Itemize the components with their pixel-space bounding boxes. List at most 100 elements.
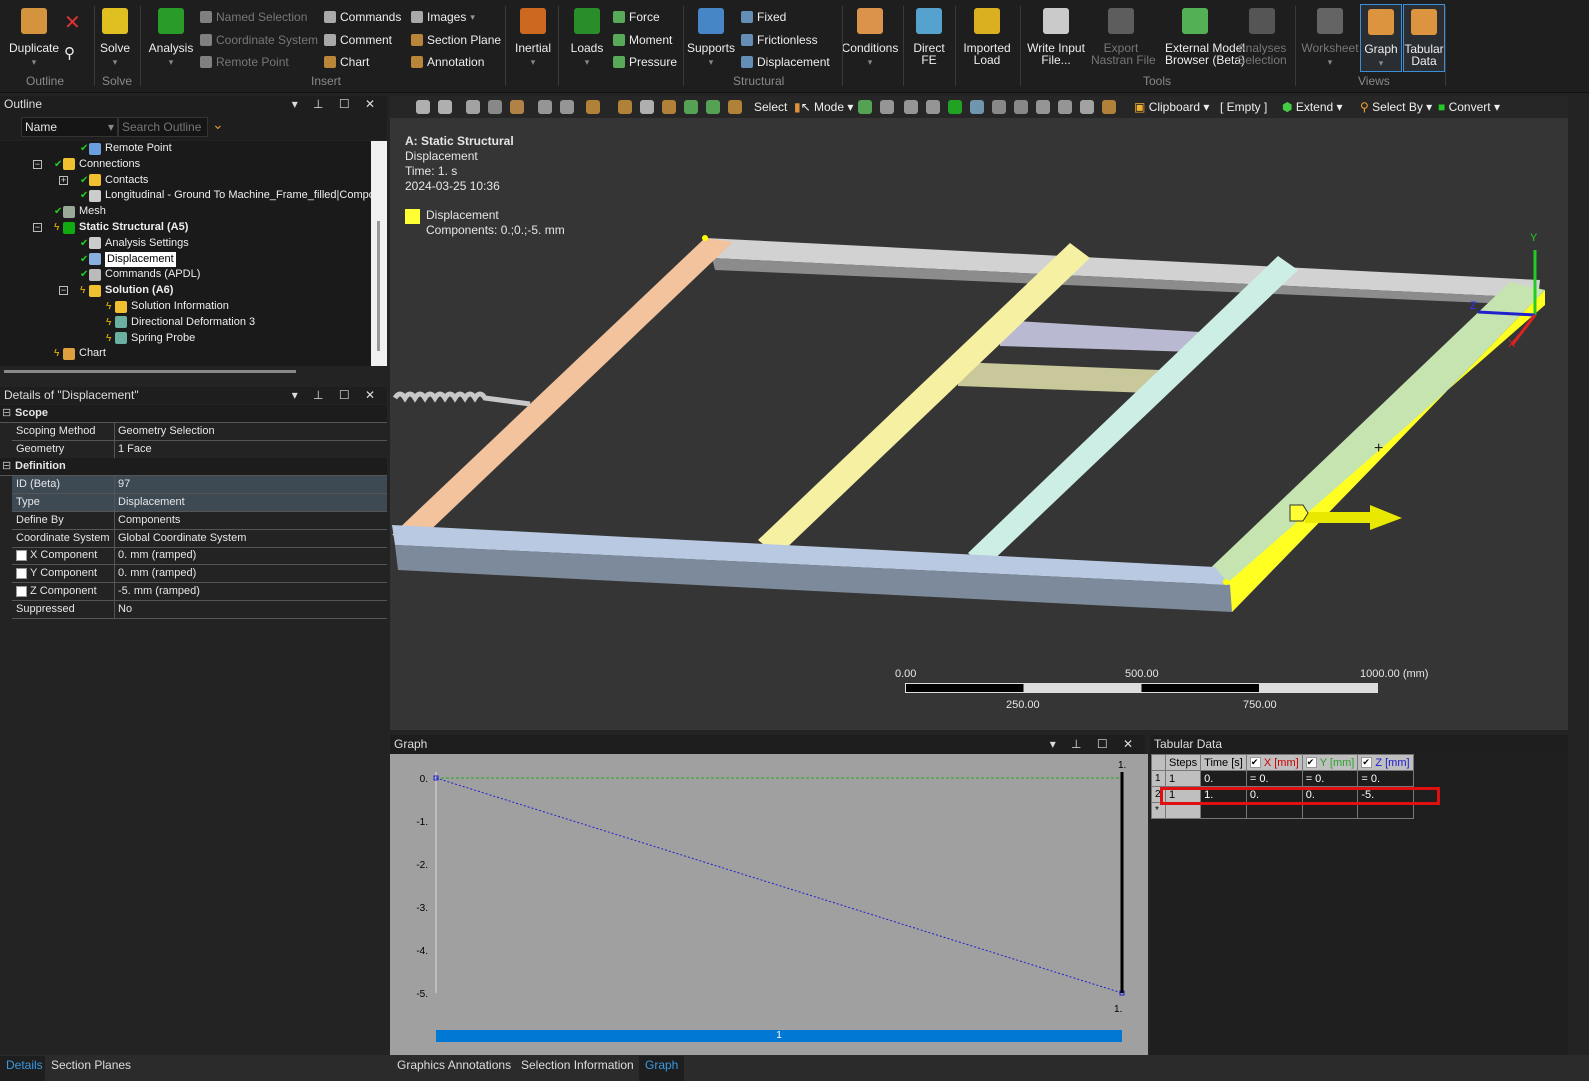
toolbar-tool-icon[interactable]: [466, 100, 480, 114]
property-value[interactable]: 97: [115, 476, 387, 493]
table-row[interactable]: 1 1 0. = 0. = 0. = 0.: [1151, 770, 1414, 787]
column-header[interactable]: ✔ Y [mm]: [1301, 754, 1359, 771]
duplicate-button[interactable]: Duplicate ▾: [4, 4, 64, 74]
moment-button[interactable]: Moment: [613, 33, 672, 47]
tab-graph[interactable]: Graph: [639, 1056, 685, 1081]
force-button[interactable]: Force: [613, 10, 660, 24]
table-cell[interactable]: = 0.: [1301, 770, 1359, 787]
convert-dropdown[interactable]: ■ Convert ▾: [1438, 100, 1500, 114]
analysis-button[interactable]: Analysis ▾: [141, 4, 201, 74]
displacement-button[interactable]: Displacement: [741, 55, 830, 69]
table-cell[interactable]: = 0.: [1245, 770, 1303, 787]
details-row[interactable]: Define By Components: [12, 511, 387, 530]
tab-details[interactable]: Details: [0, 1056, 49, 1081]
outline-filter-dropdown[interactable]: Name ▾: [21, 117, 118, 137]
parameter-checkbox[interactable]: [16, 550, 27, 562]
outline-horizontal-scrollbar[interactable]: [4, 370, 296, 373]
tree-item[interactable]: ✔ Displacement: [80, 251, 176, 267]
direct-fe-button[interactable]: Direct FE: [899, 4, 959, 74]
chart-button[interactable]: Chart: [324, 55, 369, 69]
property-value[interactable]: Components: [115, 512, 387, 529]
search-outline-input[interactable]: [118, 117, 208, 137]
toolbar-tool-icon[interactable]: [416, 100, 430, 114]
loads-button[interactable]: Loads ▾: [557, 4, 617, 74]
tree-item[interactable]: ✔ Longitudinal - Ground To Machine_Frame_…: [80, 188, 381, 203]
collapse-icon[interactable]: ⊟: [2, 458, 11, 475]
toolbar-tool-icon[interactable]: [538, 100, 552, 114]
column-header[interactable]: ✔ Z [mm]: [1357, 754, 1414, 771]
annotation-button[interactable]: Annotation: [411, 55, 484, 69]
extend-dropdown[interactable]: ⬢ Extend ▾: [1282, 100, 1343, 114]
external-model-browser-beta-button[interactable]: External Model Browser (Beta): [1165, 4, 1245, 74]
panel-controls[interactable]: ▾ ⊥ ☐ ✕: [292, 387, 381, 404]
conditions-button[interactable]: Conditions ▾: [840, 4, 900, 74]
write-input-file-button[interactable]: Write Input File...: [1026, 4, 1086, 74]
toolbar-tool-icon[interactable]: [1014, 100, 1028, 114]
tree-item[interactable]: ✔ Remote Point: [80, 141, 172, 156]
details-row[interactable]: Geometry 1 Face: [12, 440, 387, 459]
column-header[interactable]: Time [s]: [1200, 754, 1247, 771]
toolbar-tool-icon[interactable]: [1102, 100, 1116, 114]
details-row[interactable]: Z Component -5. mm (ramped): [12, 583, 387, 601]
toolbar-tool-icon[interactable]: [970, 100, 984, 114]
images-button[interactable]: Images ▾: [411, 10, 475, 24]
table-cell[interactable]: = 0.: [1357, 770, 1414, 787]
tab-selection-information[interactable]: Selection Information: [515, 1056, 640, 1081]
toolbar-tool-icon[interactable]: [948, 100, 962, 114]
toolbar-tool-icon[interactable]: [1080, 100, 1094, 114]
property-value[interactable]: 0. mm (ramped): [115, 565, 387, 582]
tree-item[interactable]: ϟ Solution Information: [106, 299, 229, 314]
pressure-button[interactable]: Pressure: [613, 55, 677, 69]
property-value[interactable]: 0. mm (ramped): [115, 547, 387, 564]
frictionless-button[interactable]: Frictionless: [741, 33, 818, 47]
delete-icon[interactable]: ✕: [64, 10, 81, 35]
toolbar-tool-icon[interactable]: [586, 100, 600, 114]
toolbar-tool-icon[interactable]: [488, 100, 502, 114]
toolbar-tool-icon[interactable]: [904, 100, 918, 114]
tab-graphics-annotations[interactable]: Graphics Annotations: [391, 1056, 518, 1081]
toolbar-tool-icon[interactable]: [684, 100, 698, 114]
tree-item[interactable]: ✔ Contacts: [80, 173, 148, 188]
outline-scrollbar[interactable]: [371, 141, 387, 366]
tree-item[interactable]: ϟ Directional Deformation 3: [106, 315, 255, 330]
column-checkbox[interactable]: ✔: [1305, 757, 1317, 769]
tree-item[interactable]: ✔ Commands (APDL): [80, 267, 200, 282]
toolbar-tool-icon[interactable]: [510, 100, 524, 114]
tree-item[interactable]: ✔ Analysis Settings: [80, 236, 189, 251]
remote-point-button[interactable]: Remote Point: [200, 55, 289, 69]
section-definition[interactable]: ⊟ Definition: [0, 458, 387, 477]
tree-item[interactable]: ✔ Mesh: [54, 204, 106, 219]
toolbar-tool-icon[interactable]: [1036, 100, 1050, 114]
property-value[interactable]: 1 Face: [115, 441, 387, 458]
property-value[interactable]: Displacement: [115, 494, 387, 511]
details-row[interactable]: Scoping Method Geometry Selection: [12, 422, 387, 441]
parameter-checkbox[interactable]: [16, 586, 27, 597]
search-options-chevron-icon[interactable]: ⌄: [212, 116, 224, 133]
column-checkbox[interactable]: ✔: [1249, 757, 1261, 769]
section-plane-button[interactable]: Section Plane: [411, 33, 501, 47]
analyses-selection-button[interactable]: Analyses Selection: [1232, 4, 1292, 74]
model-geometry[interactable]: +: [390, 118, 1568, 730]
section-scope[interactable]: ⊟ Scope: [0, 405, 387, 423]
details-row[interactable]: ID (Beta) 97: [12, 476, 387, 495]
tree-item[interactable]: ϟ Spring Probe: [106, 331, 195, 346]
details-row[interactable]: X Component 0. mm (ramped): [12, 547, 387, 566]
mode-dropdown[interactable]: ▮↖ Mode ▾: [794, 100, 853, 114]
toolbar-tool-icon[interactable]: [992, 100, 1006, 114]
column-checkbox[interactable]: ✔: [1361, 757, 1373, 769]
toolbar-tool-icon[interactable]: [706, 100, 720, 114]
toolbar-tool-icon[interactable]: [662, 100, 676, 114]
tabular-data-button[interactable]: Tabular Data: [1403, 4, 1445, 72]
toolbar-tool-icon[interactable]: [926, 100, 940, 114]
expand-toggle[interactable]: −: [33, 159, 42, 169]
tree-item[interactable]: ϟ Static Structural (A5): [54, 220, 188, 235]
clipboard-dropdown[interactable]: ▣ Clipboard ▾: [1134, 100, 1209, 114]
comment-button[interactable]: Comment: [324, 33, 392, 47]
property-value[interactable]: Global Coordinate System: [115, 530, 387, 547]
property-value[interactable]: -5. mm (ramped): [115, 583, 387, 600]
imported-load-button[interactable]: Imported Load: [957, 4, 1017, 74]
toolbar-tool-icon[interactable]: [618, 100, 632, 114]
table-cell[interactable]: 1: [1164, 770, 1202, 787]
table-cell[interactable]: 0.: [1200, 770, 1247, 787]
toolbar-tool-icon[interactable]: [1058, 100, 1072, 114]
